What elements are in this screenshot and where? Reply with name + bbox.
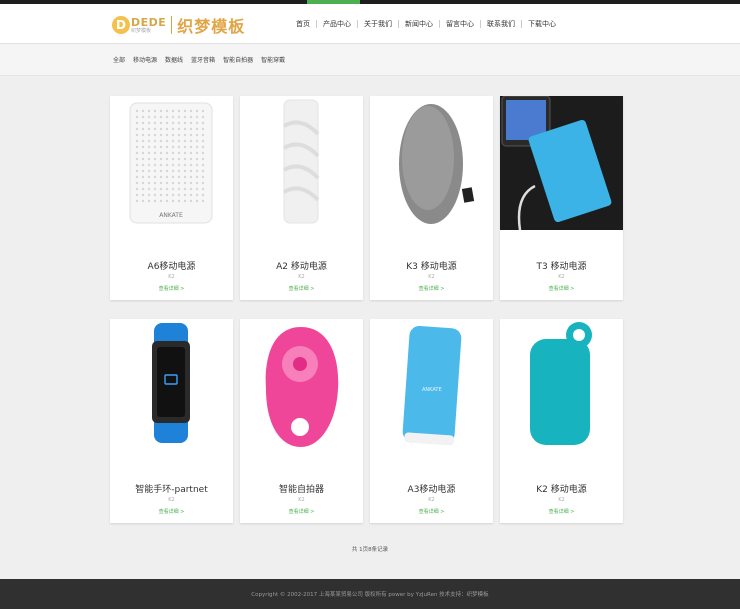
- product-subtitle: K2: [168, 274, 175, 280]
- nav-contact[interactable]: 联系我们: [481, 19, 521, 29]
- filter-cable[interactable]: 数据线: [165, 55, 183, 64]
- product-title[interactable]: K2 移动电源: [500, 482, 623, 495]
- product-image-power-bank-teal[interactable]: [500, 319, 623, 453]
- filter-selfie[interactable]: 智能自拍器: [223, 55, 253, 64]
- product-card[interactable]: T3 移动电源 K2 查看详细 >: [500, 96, 623, 300]
- view-details-link[interactable]: 查看详细 >: [370, 285, 493, 292]
- product-card[interactable]: 智能自拍器 K2 查看详细 >: [240, 319, 363, 523]
- product-subtitle: K2: [428, 274, 435, 280]
- product-card[interactable]: K2 移动电源 K2 查看详细 >: [500, 319, 623, 523]
- product-card[interactable]: K3 移动电源 K2 查看详细 >: [370, 96, 493, 300]
- product-subtitle: K2: [558, 274, 565, 280]
- copyright-text: Copyright © 2002-2017 上海某某贸易公司 版权所有 powe…: [251, 592, 489, 598]
- svg-text:ANKATE: ANKATE: [159, 212, 183, 219]
- svg-text:ANKATE: ANKATE: [422, 387, 442, 393]
- product-title[interactable]: K3 移动电源: [370, 259, 493, 272]
- product-image-power-bank-twist[interactable]: [240, 96, 363, 230]
- product-card[interactable]: ANKATE A3移动电源 K2 查看详细 >: [370, 319, 493, 523]
- nav-download[interactable]: 下载中心: [522, 19, 562, 29]
- view-details-link[interactable]: 查看详细 >: [500, 285, 623, 292]
- product-title[interactable]: T3 移动电源: [500, 259, 623, 272]
- site-footer: Copyright © 2002-2017 上海某某贸易公司 版权所有 powe…: [0, 579, 740, 609]
- view-details-link[interactable]: 查看详细 >: [500, 508, 623, 515]
- product-title[interactable]: 智能手环-partnet: [110, 482, 233, 495]
- filter-wearable[interactable]: 智能穿戴: [261, 55, 285, 64]
- product-card[interactable]: A2 移动电源 K2 查看详细 >: [240, 96, 363, 300]
- product-title[interactable]: A6移动电源: [110, 259, 233, 272]
- product-card[interactable]: 智能手环-partnet K2 查看详细 >: [110, 319, 233, 523]
- product-image-selfie-remote[interactable]: [240, 319, 363, 453]
- site-logo[interactable]: D DEDE 织梦模板 织梦模板: [112, 14, 245, 36]
- logo-english-text: DEDE: [131, 15, 167, 29]
- logo-wordmark: DEDE 织梦模板: [131, 17, 166, 34]
- filter-power-bank[interactable]: 移动电源: [133, 55, 157, 64]
- filter-all[interactable]: 全部: [113, 55, 125, 64]
- filter-bluetooth-speaker[interactable]: 蓝牙音箱: [191, 55, 215, 64]
- view-details-link[interactable]: 查看详细 >: [240, 508, 363, 515]
- site-header: D DEDE 织梦模板 织梦模板 首页 产品中心 关于我们 新闻中心 留言中心 …: [0, 4, 740, 44]
- view-details-link[interactable]: 查看详细 >: [240, 285, 363, 292]
- product-subtitle: K2: [168, 497, 175, 503]
- product-title[interactable]: A2 移动电源: [240, 259, 363, 272]
- view-details-link[interactable]: 查看详细 >: [110, 508, 233, 515]
- product-image-power-bank-pebble[interactable]: [370, 96, 493, 230]
- view-details-link[interactable]: 查看详细 >: [110, 285, 233, 292]
- nav-home[interactable]: 首页: [290, 19, 316, 29]
- nav-about[interactable]: 关于我们: [358, 19, 398, 29]
- product-subtitle: K2: [298, 274, 305, 280]
- product-card[interactable]: ANKATE A6移动电源 K2 查看详细 >: [110, 96, 233, 300]
- category-filter-bar: 全部 移动电源 数据线 蓝牙音箱 智能自拍器 智能穿戴: [0, 44, 740, 76]
- product-image-power-bank-cylinder[interactable]: ANKATE: [370, 319, 493, 453]
- nav-products[interactable]: 产品中心: [317, 19, 357, 29]
- logo-sub-text: 织梦模板: [131, 27, 152, 34]
- product-title[interactable]: A3移动电源: [370, 482, 493, 495]
- product-subtitle: K2: [298, 497, 305, 503]
- product-subtitle: K2: [558, 497, 565, 503]
- logo-badge: D: [112, 16, 130, 34]
- logo-chinese-text: 织梦模板: [177, 17, 246, 36]
- view-details-link[interactable]: 查看详细 >: [370, 508, 493, 515]
- product-image-smart-band[interactable]: [110, 319, 233, 453]
- nav-guestbook[interactable]: 留言中心: [440, 19, 480, 29]
- product-subtitle: K2: [428, 497, 435, 503]
- nav-news[interactable]: 新闻中心: [399, 19, 439, 29]
- product-image-power-bank-phone[interactable]: [500, 96, 623, 230]
- product-image-power-bank-white[interactable]: ANKATE: [110, 96, 233, 230]
- logo-divider: [171, 16, 173, 34]
- main-nav: 首页 产品中心 关于我们 新闻中心 留言中心 联系我们 下载中心: [290, 4, 562, 43]
- pagination-info: 共 1页8条记录: [351, 547, 389, 553]
- category-filters: 全部 移动电源 数据线 蓝牙音箱 智能自拍器 智能穿戴: [113, 44, 293, 75]
- product-title[interactable]: 智能自拍器: [240, 482, 363, 495]
